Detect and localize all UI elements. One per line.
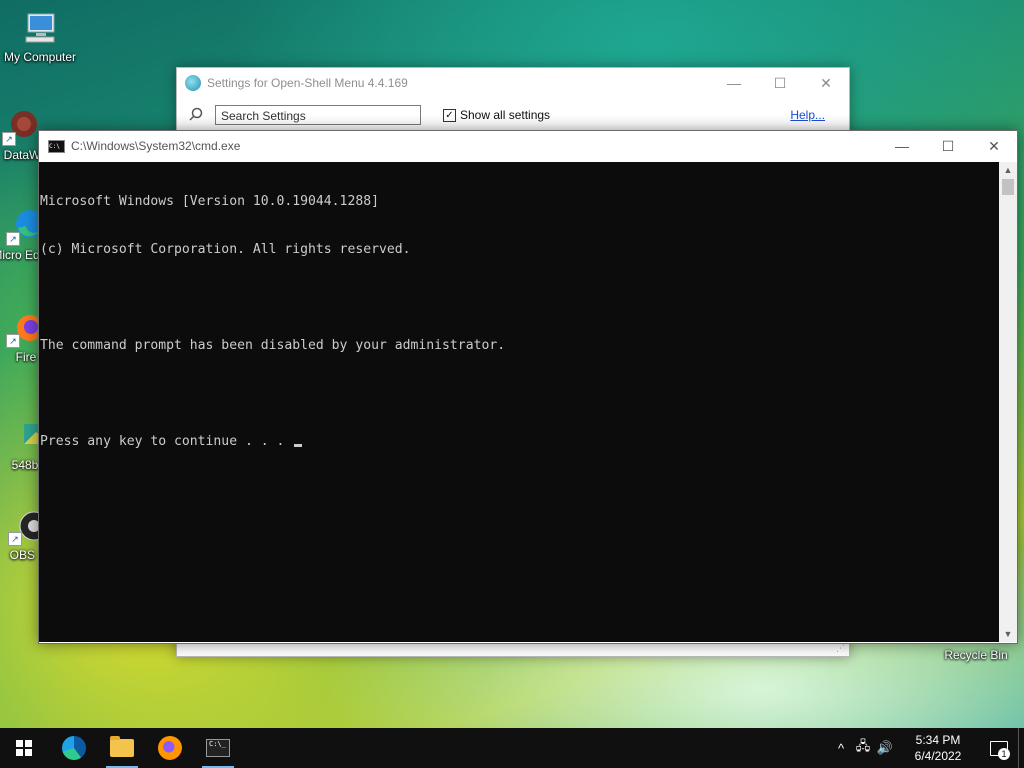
maximize-button[interactable]: ☐: [757, 68, 803, 98]
console-output[interactable]: Microsoft Windows [Version 10.0.19044.12…: [39, 162, 999, 642]
show-all-settings-checkbox[interactable]: ✓ Show all settings: [443, 108, 550, 122]
windows-logo-icon: [16, 740, 32, 756]
desktop-icon-label: Recycle Bin: [944, 648, 1008, 662]
computer-icon: [22, 10, 58, 46]
chevron-up-icon[interactable]: ^: [830, 741, 852, 756]
clock[interactable]: 5:34 PM 6/4/2022: [902, 732, 974, 764]
desktop-icon-label: My Computer: [3, 50, 77, 64]
minimize-button[interactable]: —: [711, 68, 757, 98]
minimize-button[interactable]: —: [879, 131, 925, 161]
volume-icon[interactable]: 🔊: [874, 740, 896, 756]
scroll-up-arrow-icon[interactable]: ▲: [999, 162, 1017, 178]
console-line: The command prompt has been disabled by …: [40, 338, 506, 353]
console-line: (c) Microsoft Corporation. All rights re…: [40, 242, 411, 257]
cmd-icon: C:\: [48, 139, 65, 153]
vertical-scrollbar[interactable]: ▲ ▼: [999, 162, 1017, 642]
start-button[interactable]: [0, 728, 48, 768]
taskbar-file-explorer-button[interactable]: [98, 728, 146, 768]
cmd-icon: C:\_: [206, 739, 230, 757]
folder-icon: [110, 736, 134, 757]
text-cursor: [294, 444, 303, 447]
search-settings-input[interactable]: Search Settings: [215, 105, 421, 125]
resize-grip-icon[interactable]: ⋰: [836, 643, 845, 654]
show-desktop-button[interactable]: [1018, 728, 1024, 768]
scrollbar-thumb[interactable]: [1002, 179, 1014, 195]
system-tray: ^ 🖧 🔊 5:34 PM 6/4/2022 1: [830, 728, 1024, 768]
settings-toolbar: Search Settings ✓ Show all settings Help…: [177, 98, 849, 132]
cmd-window[interactable]: C:\ C:\Windows\System32\cmd.exe — ☐ ✕ Mi…: [38, 130, 1018, 644]
checkmark-icon: ✓: [443, 108, 456, 122]
edge-icon: [62, 736, 86, 760]
clock-time: 5:34 PM: [915, 733, 961, 747]
taskbar: C:\_ ^ 🖧 🔊 5:34 PM 6/4/2022 1: [0, 728, 1024, 768]
taskbar-edge-button[interactable]: [50, 728, 98, 768]
settings-window-title: Settings for Open-Shell Menu 4.4.169: [207, 76, 408, 90]
firefox-icon: [158, 736, 182, 760]
console-prompt-line: Press any key to continue . . .: [40, 434, 999, 450]
help-link[interactable]: Help...: [790, 108, 825, 122]
taskbar-cmd-button[interactable]: C:\_: [194, 728, 242, 768]
show-all-settings-label: Show all settings: [460, 108, 551, 122]
maximize-button[interactable]: ☐: [925, 131, 971, 161]
console-line: Press any key to continue . . .: [40, 434, 293, 449]
notification-count-badge: 1: [998, 748, 1010, 760]
shortcut-arrow-icon: ↗: [8, 532, 22, 546]
desktop-icon-my-computer[interactable]: My Computer: [0, 10, 80, 64]
search-icon: [189, 107, 205, 124]
console-line: Microsoft Windows [Version 10.0.19044.12…: [40, 194, 379, 209]
scroll-down-arrow-icon[interactable]: ▼: [999, 626, 1017, 642]
datawrapper-icon: ↗: [2, 108, 40, 146]
network-icon[interactable]: 🖧: [852, 737, 874, 759]
close-button[interactable]: ✕: [803, 68, 849, 98]
taskbar-firefox-button[interactable]: [146, 728, 194, 768]
clock-date: 6/4/2022: [914, 749, 962, 763]
notification-center-button[interactable]: 1: [980, 728, 1018, 768]
close-button[interactable]: ✕: [971, 131, 1017, 161]
open-shell-icon: [185, 75, 201, 91]
shortcut-arrow-icon: ↗: [2, 132, 16, 146]
cmd-window-title: C:\Windows\System32\cmd.exe: [71, 139, 241, 153]
settings-titlebar[interactable]: Settings for Open-Shell Menu 4.4.169 — ☐…: [177, 68, 849, 98]
shortcut-arrow-icon: ↗: [6, 334, 20, 348]
cmd-titlebar[interactable]: C:\ C:\Windows\System32\cmd.exe — ☐ ✕: [39, 131, 1017, 161]
shortcut-arrow-icon: ↗: [6, 232, 20, 246]
